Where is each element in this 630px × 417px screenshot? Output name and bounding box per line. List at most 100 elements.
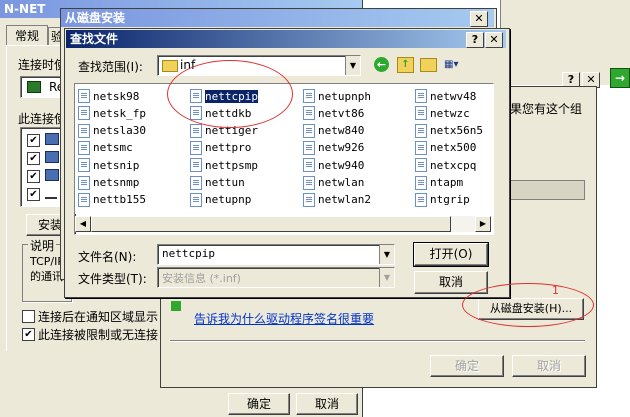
file-item[interactable]: nettb155 xyxy=(78,192,146,208)
file-item[interactable]: netsnip xyxy=(78,157,139,173)
limited-option-label: 此连接被限制或无连接 xyxy=(38,328,159,342)
inf-file-icon xyxy=(78,192,90,207)
folder-icon xyxy=(162,60,178,72)
props-window-title: N-NET xyxy=(4,2,46,16)
file-item[interactable]: netsnmp xyxy=(78,175,139,191)
wizard-cancel-button[interactable]: 取消 xyxy=(512,355,586,377)
file-name: netxcpq xyxy=(430,158,477,172)
driver-signed-icon xyxy=(171,301,181,311)
file-name: netupnph xyxy=(318,89,371,103)
file-item[interactable]: ntapm xyxy=(415,175,463,191)
notify-checkbox[interactable] xyxy=(22,310,35,323)
file-item[interactable]: ntgrip xyxy=(415,192,470,208)
file-item[interactable]: netwlan xyxy=(303,175,364,191)
back-icon[interactable]: ← xyxy=(374,57,389,72)
file-item[interactable]: netwlan2 xyxy=(303,192,371,208)
find-file-titlebar: 查找文件 xyxy=(66,30,506,48)
file-item[interactable]: netx500 xyxy=(415,140,476,156)
file-name: netwlan2 xyxy=(318,193,371,207)
inf-file-icon xyxy=(78,106,90,121)
open-button[interactable]: 打开(O) xyxy=(414,243,488,266)
file-item[interactable]: netwzc xyxy=(415,105,470,121)
inf-file-icon xyxy=(415,89,427,103)
scroll-left-button[interactable]: ◀ xyxy=(75,216,91,232)
inf-file-icon xyxy=(78,158,90,173)
file-name: nettpsmp xyxy=(205,158,258,172)
component-checkbox-2[interactable]: ✔ xyxy=(27,152,40,165)
file-name: netw940 xyxy=(318,158,365,172)
protocol-icon xyxy=(45,187,57,199)
inf-file-icon xyxy=(415,123,427,138)
props-cancel-button[interactable]: 取消 xyxy=(296,393,358,415)
file-item[interactable]: netvt86 xyxy=(303,105,364,121)
filetype-select[interactable]: 安装信息 (*.inf) ▼ xyxy=(157,267,395,288)
annotation-number: 1 xyxy=(552,284,559,297)
computer-icon xyxy=(45,133,59,145)
inf-file-icon xyxy=(415,140,427,155)
file-item[interactable]: netupnp xyxy=(190,192,251,208)
scroll-right-button[interactable]: ▶ xyxy=(475,216,491,232)
file-item[interactable]: netw940 xyxy=(303,157,364,173)
filetype-value: 安装信息 (*.inf) xyxy=(162,272,241,285)
chevron-down-icon[interactable]: ▼ xyxy=(345,56,360,75)
inf-file-icon xyxy=(190,123,202,138)
filename-input[interactable]: nettcpip ▼ xyxy=(157,244,395,265)
inf-file-icon xyxy=(415,158,427,173)
wizard-ok-button[interactable]: 确定 xyxy=(430,355,504,377)
description-text-1: TCP/IP xyxy=(30,255,64,268)
inf-file-icon xyxy=(303,106,315,121)
component-checkbox-3[interactable]: ✔ xyxy=(27,170,40,183)
file-name: netwlan xyxy=(318,176,365,189)
file-item[interactable]: nettpro xyxy=(190,140,251,156)
network-card-icon xyxy=(27,81,41,93)
new-folder-icon[interactable] xyxy=(420,58,437,72)
inf-file-icon xyxy=(190,175,202,190)
file-item[interactable]: nettun xyxy=(190,175,245,191)
install-from-disk-close[interactable]: ✕ xyxy=(470,11,488,27)
up-folder-icon[interactable]: ↑ xyxy=(397,57,414,73)
chevron-down-icon[interactable]: ▼ xyxy=(379,245,394,264)
file-item[interactable]: netsmc xyxy=(78,140,133,156)
next-arrow-icon[interactable]: → xyxy=(610,68,630,88)
scroll-thumb[interactable] xyxy=(91,216,451,232)
file-name: ntapm xyxy=(430,176,464,189)
file-name: netsnip xyxy=(93,158,140,172)
file-item[interactable]: netw840 xyxy=(303,123,364,139)
file-name: ntgrip xyxy=(430,193,470,207)
driver-signature-link[interactable]: 告诉我为什么驱动程序签名很重要 xyxy=(194,310,374,327)
h-scrollbar[interactable]: ◀ ▶ xyxy=(75,216,491,232)
find-file-title: 查找文件 xyxy=(70,32,119,46)
props-ok-button[interactable]: 确定 xyxy=(228,393,290,415)
inf-file-icon xyxy=(303,123,315,138)
file-item[interactable]: netx56n5 xyxy=(415,123,483,139)
component-checkbox-4[interactable]: ✔ xyxy=(27,188,40,201)
file-item[interactable]: netxcpq xyxy=(415,157,476,173)
view-menu-icon[interactable]: ▦▾ xyxy=(444,57,466,72)
file-name: nettpro xyxy=(205,141,252,155)
component-checkbox-1[interactable]: ✔ xyxy=(27,134,40,147)
chevron-down-icon[interactable]: ▼ xyxy=(379,268,394,287)
file-name: netvt86 xyxy=(318,106,365,120)
annotation-ellipse-button xyxy=(462,283,594,327)
file-name: netw840 xyxy=(318,124,365,138)
file-item[interactable]: netsk_fp xyxy=(78,105,146,121)
inf-file-icon xyxy=(415,175,427,190)
close-button[interactable]: ✕ xyxy=(485,32,503,48)
file-item[interactable]: netsla30 xyxy=(78,123,146,139)
notify-option-label: 连接后在通知区域显示 xyxy=(38,310,159,324)
wizard-separator xyxy=(170,340,585,342)
help-button[interactable]: ? xyxy=(466,32,484,48)
file-name: netsk_fp xyxy=(93,106,146,120)
props-tab-general[interactable]: 常规 xyxy=(6,25,48,46)
file-item[interactable]: netsk98 xyxy=(78,88,139,104)
file-item[interactable]: netupnph xyxy=(303,88,371,104)
file-item[interactable]: nettpsmp xyxy=(190,157,258,173)
inf-file-icon xyxy=(78,89,90,103)
file-item[interactable]: netw926 xyxy=(303,140,364,156)
computer-icon xyxy=(45,151,59,163)
inf-file-icon xyxy=(303,140,315,155)
file-item[interactable]: netwv48 xyxy=(415,88,476,104)
limited-checkbox[interactable]: ✔ xyxy=(22,328,35,341)
inf-file-icon xyxy=(303,192,315,207)
file-name: netw926 xyxy=(318,141,365,155)
